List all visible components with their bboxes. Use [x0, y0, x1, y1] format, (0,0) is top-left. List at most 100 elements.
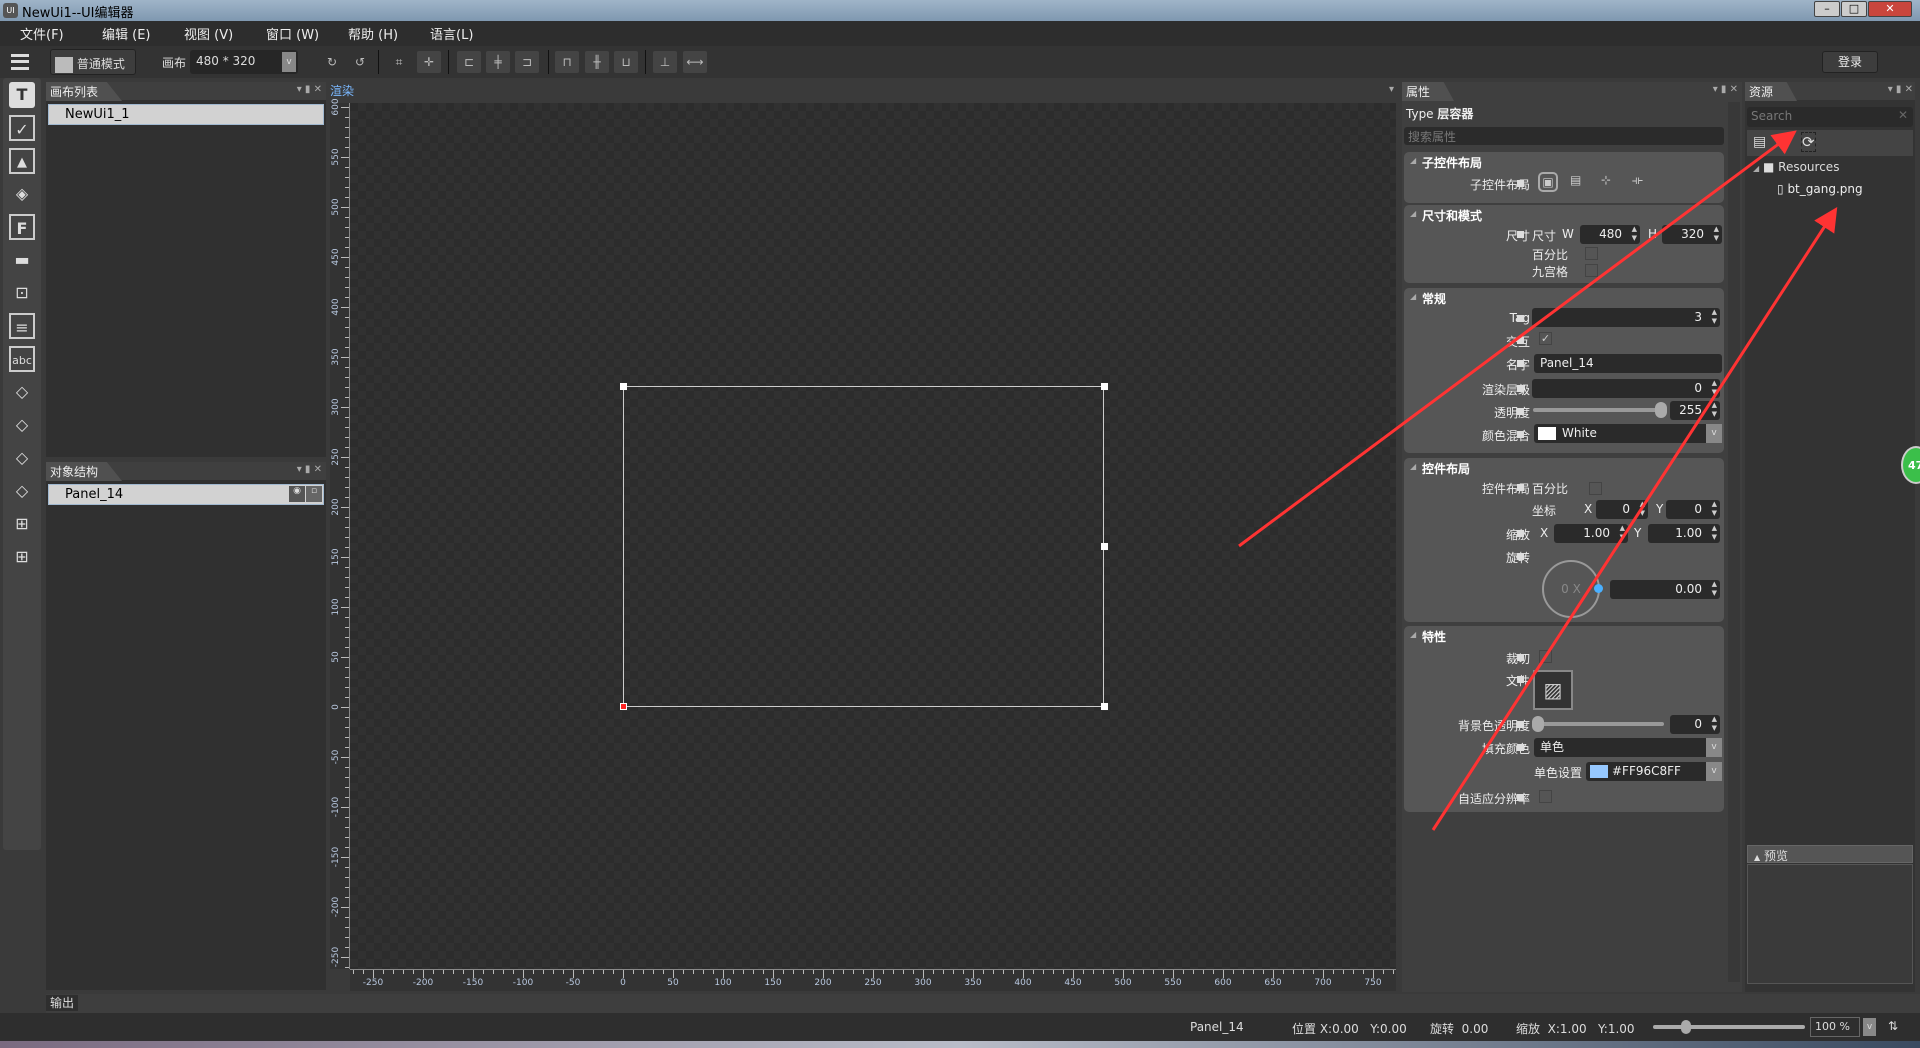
new-file-icon[interactable]: ▤ [1753, 134, 1766, 150]
resource-search-input[interactable]: Search ✕ [1747, 107, 1913, 127]
hamburger-menu-icon[interactable] [11, 54, 29, 70]
rotate-ccw-icon[interactable]: ↺ [348, 51, 372, 73]
clear-icon[interactable]: ✕ [1898, 108, 1908, 122]
menu-view[interactable]: 视图 (V) [164, 24, 246, 43]
selected-panel[interactable] [623, 386, 1104, 707]
menu-language[interactable]: 语言(L) [410, 24, 492, 43]
percent-checkbox[interactable] [1585, 247, 1598, 260]
output-tab[interactable]: 输出 [46, 995, 79, 1011]
layer-tool-icon[interactable]: ◇ [9, 379, 35, 405]
panel-controls-icon[interactable]: ▾ ▮ ✕ [297, 84, 322, 95]
align-bottom-icon[interactable]: ⊔ [614, 51, 638, 73]
folder-icon[interactable]: ▬ [1775, 133, 1789, 151]
tree-folder-resources[interactable]: ◢ ■ Resources [1753, 160, 1839, 174]
resize-handle[interactable] [620, 383, 627, 390]
layout-vertical-icon[interactable]: ▤ [1570, 173, 1581, 187]
layout-free-icon[interactable]: ▣ [1538, 172, 1558, 192]
rotation-dial-handle[interactable] [1594, 584, 1603, 593]
zoom-slider-thumb[interactable] [1681, 1020, 1692, 1034]
font-tool-icon[interactable]: F [9, 214, 35, 240]
layout-percent-checkbox[interactable] [1589, 482, 1602, 495]
eye-icon[interactable]: ◉ [289, 486, 305, 502]
grid-tool-icon[interactable]: ⊞ [9, 511, 35, 537]
alpha-slider[interactable] [1533, 402, 1667, 418]
rotate-cw-icon[interactable]: ↻ [320, 51, 344, 73]
adapt-resolution-checkbox[interactable] [1539, 790, 1552, 803]
layout-grid-icon[interactable]: ⊹ [1601, 173, 1611, 187]
alpha-slider-thumb[interactable] [1655, 402, 1667, 418]
property-search-input[interactable]: 搜索属性 [1404, 127, 1724, 145]
pos-x-input[interactable]: 0 ▲ ▼ [1596, 500, 1648, 519]
list-tool-icon[interactable]: ≡ [9, 313, 35, 339]
mode-button[interactable]: 普通模式 [50, 49, 136, 75]
progress-bar-tool-icon[interactable]: ▬ [9, 247, 35, 273]
resize-handle[interactable] [1101, 383, 1108, 390]
canvas-list-item[interactable]: NewUi1_1 [48, 104, 324, 125]
width-input[interactable]: 480 ▲ ▼ [1580, 225, 1640, 244]
mono-color-select[interactable]: #FF96C8FF v [1586, 762, 1722, 781]
align-vcenter-icon[interactable]: ╫ [585, 51, 609, 73]
interact-checkbox[interactable]: ✓ [1539, 332, 1552, 345]
align-right-icon[interactable]: ⊐ [515, 51, 539, 73]
fill-select[interactable]: 单色 v [1534, 738, 1722, 757]
layer-image-tool-icon[interactable]: ◇ [9, 478, 35, 504]
tag-tool-icon[interactable]: ◈ [9, 181, 35, 207]
zorder-input[interactable]: 0 ▲ ▼ [1532, 379, 1720, 398]
canvas-size-select[interactable]: 480 * 320 v [190, 50, 298, 74]
refresh-icon[interactable]: ⟳ [1801, 132, 1816, 152]
menu-file[interactable]: 文件(F) [0, 24, 82, 43]
panel-menu-icon[interactable]: ▾ [1389, 84, 1394, 95]
pos-y-input[interactable]: 0 ▲ ▼ [1666, 500, 1720, 519]
nine-slice-checkbox[interactable] [1585, 264, 1598, 277]
panel-controls-icon[interactable]: ▾ ▮ ✕ [297, 464, 322, 475]
name-input[interactable]: Panel_14 [1534, 354, 1722, 373]
scale-x-input[interactable]: 1.00 ▲ ▼ [1554, 524, 1628, 543]
panel-controls-icon[interactable]: ▾ ▮ ✕ [1888, 84, 1913, 95]
rotate-input[interactable]: 0.00 ▲ ▼ [1610, 580, 1720, 599]
fit-icon[interactable]: ⌗ [387, 51, 411, 73]
rotation-dial[interactable]: 0 X [1542, 560, 1600, 618]
resize-handle[interactable] [1101, 543, 1108, 550]
tag-input[interactable]: 3 ▲ ▼ [1532, 308, 1720, 327]
layer-edit-tool-icon[interactable]: ◇ [9, 412, 35, 438]
center-icon[interactable]: ✛ [417, 51, 441, 73]
bg-alpha-slider-thumb[interactable] [1532, 716, 1544, 732]
preview-header[interactable]: ▲ 预览 [1747, 845, 1913, 863]
menu-window[interactable]: 窗口 (W) [246, 24, 328, 43]
image-tool-icon[interactable]: ▲ [9, 148, 35, 174]
close-button[interactable]: ✕ [1868, 1, 1912, 17]
checkbox-tool-icon[interactable]: ✓ [9, 115, 35, 141]
zoom-input[interactable]: 100 % [1810, 1017, 1860, 1037]
layer-list-tool-icon[interactable]: ◇ [9, 445, 35, 471]
maximize-button[interactable]: □ [1841, 1, 1867, 17]
distribute-h-icon[interactable]: ⟷ [683, 51, 707, 73]
bg-alpha-slider[interactable] [1532, 716, 1664, 732]
resize-handle[interactable] [1101, 703, 1108, 710]
minimize-button[interactable]: – [1814, 1, 1840, 17]
zoom-slider[interactable] [1653, 1020, 1805, 1034]
menu-edit[interactable]: 编辑 (E) [82, 24, 164, 43]
distribute-v-icon[interactable]: ⊥ [653, 51, 677, 73]
clip-checkbox[interactable] [1539, 650, 1552, 663]
blend-select[interactable]: White v [1534, 424, 1722, 443]
align-top-icon[interactable]: ⊓ [555, 51, 579, 73]
lock-icon[interactable]: ▫ [306, 486, 322, 502]
anchor-point[interactable] [620, 703, 627, 710]
grid-alt-tool-icon[interactable]: ⊞ [9, 544, 35, 570]
resource-file-item[interactable]: ▯ bt_gang.png [1777, 182, 1863, 196]
height-input[interactable]: 320 ▲ ▼ [1662, 225, 1722, 244]
scale-y-input[interactable]: 1.00 ▲ ▼ [1648, 524, 1720, 543]
login-button[interactable]: 登录 [1822, 51, 1878, 73]
input-tool-icon[interactable]: abc [9, 346, 35, 372]
align-hcenter-icon[interactable]: ╪ [486, 51, 510, 73]
scrollbar[interactable] [1728, 102, 1740, 982]
menu-help[interactable]: 帮助 (H) [328, 24, 410, 43]
file-image-picker-icon[interactable]: ▨ [1533, 670, 1573, 710]
bg-alpha-input[interactable]: 0 ▲ ▼ [1670, 715, 1720, 734]
chevron-down-icon[interactable]: v [1863, 1018, 1876, 1036]
layout-horizontal-icon[interactable]: ⟛ [1632, 173, 1643, 188]
text-tool-icon[interactable]: T [9, 82, 35, 108]
slider-tool-icon[interactable]: ⊡ [9, 280, 35, 306]
panel-controls-icon[interactable]: ▾ ▮ ✕ [1713, 84, 1738, 95]
swap-icon[interactable]: ⇅ [1888, 1019, 1898, 1033]
